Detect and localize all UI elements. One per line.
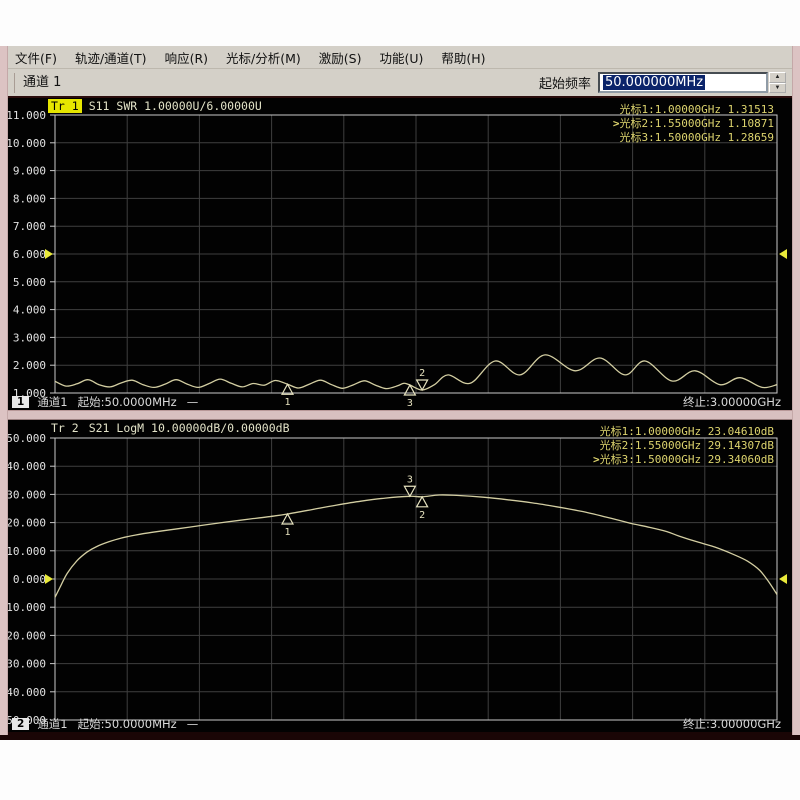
menu-stimulus[interactable]: 激励(S): [310, 46, 371, 69]
svg-text:11.000: 11.000: [6, 109, 46, 122]
channel-number-badge: 2: [12, 718, 29, 730]
start-freq-status: 起始:50.0000MHz: [78, 394, 177, 410]
start-frequency-label: 起始频率: [539, 73, 591, 92]
stop-freq-status: 终止:3.00000GHz: [683, 716, 781, 732]
window-bottom-edge: [0, 732, 800, 740]
svg-text:2: 2: [419, 510, 425, 521]
vna-app: 文件(F) 轨迹/通道(T) 响应(R) 光标/分析(M) 激励(S) 功能(U…: [0, 0, 800, 800]
menu-response[interactable]: 响应(R): [156, 46, 217, 69]
channel1-status-bar-bottom: 2 通道1 起始:50.0000MHz — 终止:3.00000GHz: [7, 716, 793, 732]
channel-tab[interactable]: 通道 1: [14, 73, 61, 93]
trace2-header: Tr 2 S21 LogM 10.00000dB/0.00000dB: [48, 420, 290, 435]
svg-text:2: 2: [419, 368, 425, 379]
trace1-header: Tr 1 S11 SWR 1.00000U/6.00000U: [48, 98, 262, 113]
svg-text:10.000: 10.000: [6, 137, 46, 150]
marker3-readout: >光标3:1.50000GHz 29.34060dB: [591, 453, 774, 467]
marker3-readout: 光标3:1.50000GHz 1.28659: [611, 131, 774, 145]
start-frequency-group: 起始频率 50.000000MHz ▲ ▼: [539, 72, 786, 93]
frequency-spinner: ▲ ▼: [769, 72, 786, 93]
svg-text:8.000: 8.000: [13, 192, 46, 205]
window-left-border: [0, 46, 8, 735]
trace2-scale-text: S21 LogM 10.00000dB/0.00000dB: [89, 421, 290, 435]
svg-text:3.000: 3.000: [13, 331, 46, 344]
marker1-readout: 光标1:1.00000GHz 1.31513: [611, 103, 774, 117]
menu-bar: 文件(F) 轨迹/通道(T) 响应(R) 光标/分析(M) 激励(S) 功能(U…: [0, 46, 800, 69]
svg-text:10.000: 10.000: [6, 545, 46, 558]
app-window: 文件(F) 轨迹/通道(T) 响应(R) 光标/分析(M) 激励(S) 功能(U…: [0, 46, 800, 735]
chart-panel-s21: Tr 2 S21 LogM 10.00000dB/0.00000dB 光标1:1…: [0, 420, 800, 732]
start-frequency-input[interactable]: 50.000000MHz: [598, 72, 768, 93]
active-marker-arrow: >: [591, 453, 600, 467]
toolbar: 通道 1 起始频率 50.000000MHz ▲ ▼: [0, 69, 800, 98]
trace1-scale-text: S11 SWR 1.00000U/6.00000U: [89, 99, 262, 113]
stop-freq-status: 终止:3.00000GHz: [683, 394, 781, 410]
sweep-dash: —: [187, 395, 199, 409]
menu-trace-channel[interactable]: 轨迹/通道(T): [66, 46, 156, 69]
menu-help[interactable]: 帮助(H): [432, 46, 494, 69]
channel1-status-bar-top: 1 通道1 起始:50.0000MHz — 终止:3.00000GHz: [7, 394, 793, 410]
svg-text:3: 3: [407, 474, 413, 485]
marker-readout-s21: 光标1:1.00000GHz 23.04610dB 光标2:1.55000GHz…: [591, 425, 774, 467]
svg-text:40.000: 40.000: [6, 460, 46, 473]
channel-name: 通道1: [37, 716, 67, 732]
marker2-readout: 光标2:1.55000GHz 29.14307dB: [591, 439, 774, 453]
channel-name: 通道1: [37, 394, 67, 410]
svg-text:30.000: 30.000: [6, 488, 46, 501]
menu-function[interactable]: 功能(U): [370, 46, 432, 69]
sweep-dash: —: [187, 717, 199, 731]
start-freq-status: 起始:50.0000MHz: [78, 716, 177, 732]
start-frequency-value: 50.000000MHz: [603, 75, 705, 90]
svg-text:1: 1: [284, 527, 290, 538]
svg-text:4.000: 4.000: [13, 304, 46, 317]
svg-text:5.000: 5.000: [13, 276, 46, 289]
window-right-border: [792, 46, 800, 735]
chart-panel-s11: Tr 1 S11 SWR 1.00000U/6.00000U 光标1:1.000…: [0, 98, 800, 410]
svg-text:20.000: 20.000: [6, 517, 46, 530]
trace2-badge[interactable]: Tr 2: [48, 421, 82, 435]
svg-text:7.000: 7.000: [13, 220, 46, 233]
svg-text:50.000: 50.000: [6, 432, 46, 445]
channel-number-badge: 1: [12, 396, 29, 408]
svg-text:2.000: 2.000: [13, 359, 46, 372]
panel-separator: [0, 410, 800, 420]
trace1-badge[interactable]: Tr 1: [48, 99, 82, 113]
menu-marker-analysis[interactable]: 光标/分析(M): [217, 46, 310, 69]
marker1-readout: 光标1:1.00000GHz 23.04610dB: [591, 425, 774, 439]
svg-text:0.000: 0.000: [13, 573, 46, 586]
active-marker-arrow: >: [611, 117, 620, 131]
marker2-readout: >光标2:1.55000GHz 1.10871: [611, 117, 774, 131]
svg-text:6.000: 6.000: [13, 248, 46, 261]
marker-readout-s11: 光标1:1.00000GHz 1.31513 >光标2:1.55000GHz 1…: [611, 103, 774, 145]
svg-text:9.000: 9.000: [13, 165, 46, 178]
menu-file[interactable]: 文件(F): [6, 46, 66, 69]
spinner-up-button[interactable]: ▲: [769, 72, 786, 83]
spinner-down-button[interactable]: ▼: [769, 83, 786, 94]
